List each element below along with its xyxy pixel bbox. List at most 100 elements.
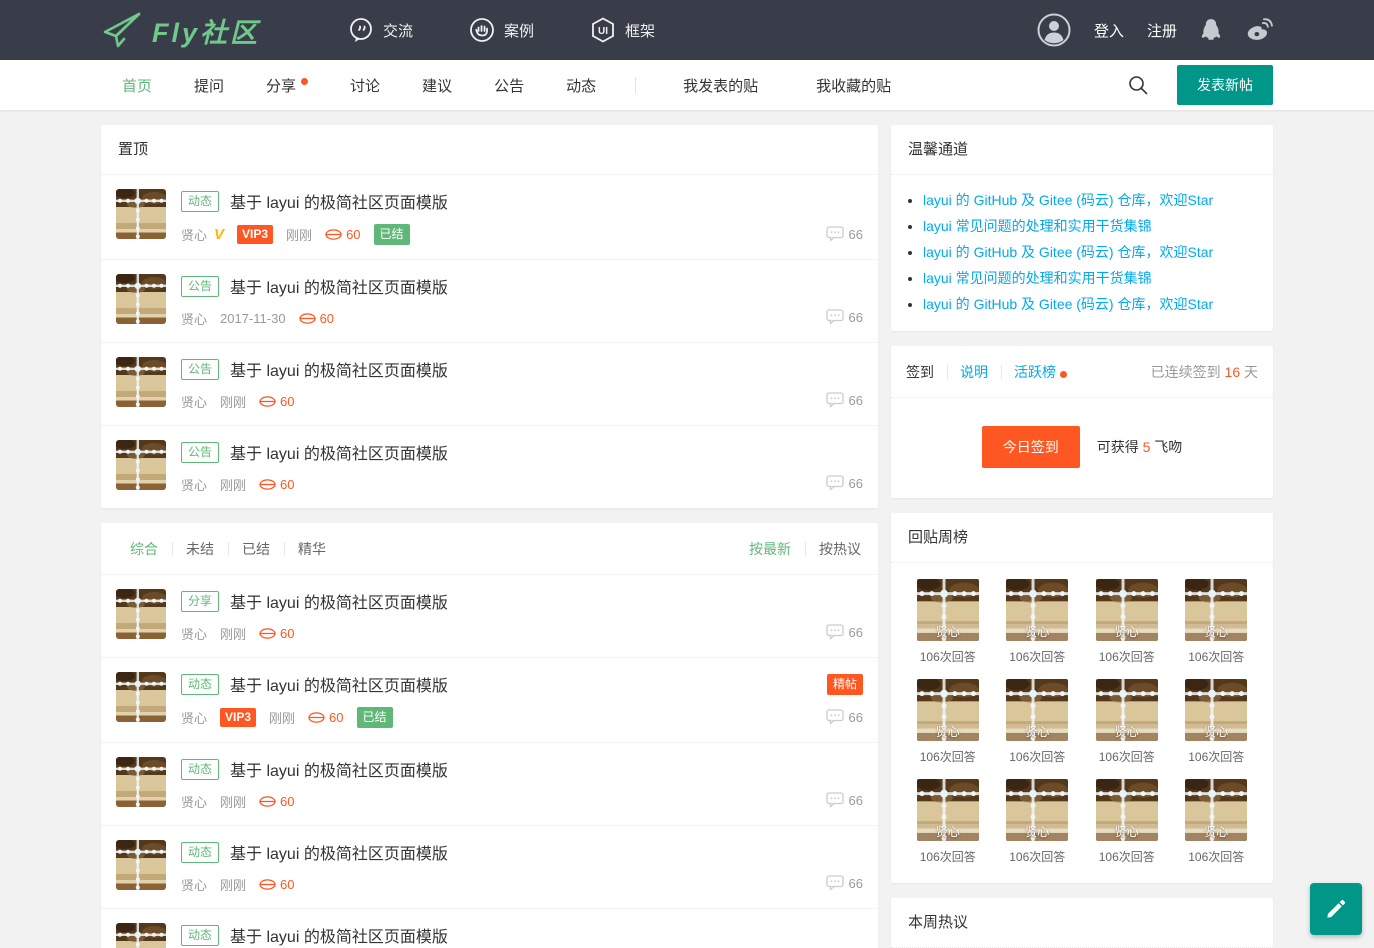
post-author-avatar[interactable] — [116, 589, 166, 639]
weekly-rank-user[interactable]: 贤心 106次回答 — [1082, 579, 1172, 665]
notice-link[interactable]: layui 的 GitHub 及 Gitee (码云) 仓库，欢迎Star — [923, 192, 1213, 208]
subnav-tab-1[interactable]: 首页 — [101, 60, 173, 110]
weekly-rank-user[interactable]: 贤心 106次回答 — [1082, 679, 1172, 765]
signin-help-link[interactable]: 说明 — [947, 362, 1001, 382]
post-author-name[interactable]: 贤心 — [181, 792, 207, 811]
post-title-link[interactable]: 基于 layui 的极简社区页面模版 — [230, 274, 448, 298]
post-author-name[interactable]: 贤心 — [181, 624, 207, 643]
quick-post-fab[interactable] — [1310, 883, 1362, 935]
post-author-avatar[interactable] — [116, 923, 166, 948]
post-category-badge[interactable]: 动态 — [181, 842, 219, 863]
register-link[interactable]: 注册 — [1147, 20, 1177, 41]
post-author-avatar[interactable] — [116, 757, 166, 807]
weekly-rank-user[interactable]: 贤心 106次回答 — [1082, 779, 1172, 865]
subnav-tab-5[interactable]: 建议 — [401, 60, 473, 110]
login-link[interactable]: 登入 — [1094, 20, 1124, 41]
weekly-user-avatar[interactable]: 贤心 — [1096, 579, 1158, 641]
post-author-name[interactable]: 贤心 — [181, 875, 207, 894]
comment-count[interactable]: 66 — [826, 226, 863, 242]
weekly-user-avatar[interactable]: 贤心 — [1006, 779, 1068, 841]
sort-tab[interactable]: 按热议 — [805, 539, 863, 559]
filter-tab[interactable]: 综合 — [116, 539, 172, 559]
post-title-link[interactable]: 基于 layui 的极简社区页面模版 — [230, 672, 448, 696]
post-author-name[interactable]: 贤心 — [181, 392, 207, 411]
weibo-login-button[interactable] — [1245, 18, 1273, 42]
post-category-badge[interactable]: 动态 — [181, 759, 219, 780]
search-button[interactable] — [1128, 75, 1149, 96]
post-author-name[interactable]: 贤心 — [181, 309, 207, 328]
filter-tab[interactable]: 已结 — [228, 539, 284, 559]
notice-link[interactable]: layui 常见问题的处理和实用干货集锦 — [923, 218, 1152, 234]
post-category-badge[interactable]: 公告 — [181, 276, 219, 297]
signin-today-button[interactable]: 今日签到 — [982, 426, 1080, 468]
weekly-user-avatar[interactable]: 贤心 — [1185, 579, 1247, 641]
subnav-user-tab-2[interactable]: 我收藏的贴 — [787, 60, 920, 110]
weekly-user-avatar[interactable]: 贤心 — [1185, 779, 1247, 841]
weekly-rank-user[interactable]: 贤心 106次回答 — [903, 679, 993, 765]
user-avatar-button[interactable] — [1037, 13, 1071, 47]
comment-count[interactable]: 66 — [826, 475, 863, 491]
comment-count[interactable]: 66 — [826, 875, 863, 891]
comment-count[interactable]: 66 — [826, 624, 863, 640]
subnav-tab-7[interactable]: 动态 — [545, 60, 617, 110]
weekly-user-avatar[interactable]: 贤心 — [917, 779, 979, 841]
post-title-link[interactable]: 基于 layui 的极简社区页面模版 — [230, 440, 448, 464]
notice-link[interactable]: layui 的 GitHub 及 Gitee (码云) 仓库，欢迎Star — [923, 244, 1213, 260]
post-author-avatar[interactable] — [116, 274, 166, 324]
post-category-badge[interactable]: 动态 — [181, 674, 219, 695]
header-nav-jiaoliu[interactable]: 交流 — [348, 17, 413, 43]
weekly-user-avatar[interactable]: 贤心 — [917, 579, 979, 641]
notice-link[interactable]: layui 常见问题的处理和实用干货集锦 — [923, 270, 1152, 286]
post-title-link[interactable]: 基于 layui 的极简社区页面模版 — [230, 840, 448, 864]
post-author-avatar[interactable] — [116, 440, 166, 490]
weekly-rank-user[interactable]: 贤心 106次回答 — [903, 779, 993, 865]
signin-active-rank-link[interactable]: 活跃榜 — [1001, 362, 1071, 382]
filter-tab[interactable]: 精华 — [284, 539, 340, 559]
post-category-badge[interactable]: 动态 — [181, 925, 219, 946]
weekly-user-avatar[interactable]: 贤心 — [917, 679, 979, 741]
comment-count[interactable]: 66 — [826, 392, 863, 408]
post-author-avatar[interactable] — [116, 840, 166, 890]
weekly-user-avatar[interactable]: 贤心 — [1096, 679, 1158, 741]
weekly-rank-user[interactable]: 贤心 106次回答 — [903, 579, 993, 665]
post-title-link[interactable]: 基于 layui 的极简社区页面模版 — [230, 589, 448, 613]
weekly-user-avatar[interactable]: 贤心 — [1185, 679, 1247, 741]
comment-count[interactable]: 66 — [826, 792, 863, 808]
post-title-link[interactable]: 基于 layui 的极简社区页面模版 — [230, 923, 448, 947]
subnav-tab-6[interactable]: 公告 — [473, 60, 545, 110]
qq-login-button[interactable] — [1200, 18, 1222, 42]
comment-count[interactable]: 66 — [826, 309, 863, 325]
site-logo[interactable]: Fly社区 — [101, 10, 260, 50]
post-author-avatar[interactable] — [116, 357, 166, 407]
post-author-avatar[interactable] — [116, 189, 166, 239]
post-author-name[interactable]: 贤心 — [181, 708, 207, 727]
post-author-name[interactable]: 贤心 — [181, 475, 207, 494]
subnav-tab-3[interactable]: 分享 — [245, 60, 329, 110]
post-title-link[interactable]: 基于 layui 的极简社区页面模版 — [230, 189, 448, 213]
weekly-rank-user[interactable]: 贤心 106次回答 — [993, 579, 1083, 665]
weekly-rank-user[interactable]: 贤心 106次回答 — [993, 679, 1083, 765]
weekly-rank-user[interactable]: 贤心 106次回答 — [993, 779, 1083, 865]
weekly-rank-user[interactable]: 贤心 106次回答 — [1172, 579, 1262, 665]
filter-tab[interactable]: 未结 — [172, 539, 228, 559]
post-author-avatar[interactable] — [116, 672, 166, 722]
new-post-button[interactable]: 发表新帖 — [1177, 65, 1273, 105]
header-nav-anli[interactable]: 案例 — [469, 17, 534, 43]
comment-count[interactable]: 66 — [826, 709, 863, 725]
post-title-link[interactable]: 基于 layui 的极简社区页面模版 — [230, 757, 448, 781]
subnav-user-tab-1[interactable]: 我发表的贴 — [654, 60, 787, 110]
post-title-link[interactable]: 基于 layui 的极简社区页面模版 — [230, 357, 448, 381]
subnav-tab-4[interactable]: 讨论 — [329, 60, 401, 110]
post-category-badge[interactable]: 公告 — [181, 359, 219, 380]
post-category-badge[interactable]: 分享 — [181, 591, 219, 612]
weekly-user-avatar[interactable]: 贤心 — [1096, 779, 1158, 841]
post-category-badge[interactable]: 动态 — [181, 191, 219, 212]
post-category-badge[interactable]: 公告 — [181, 442, 219, 463]
subnav-tab-2[interactable]: 提问 — [173, 60, 245, 110]
notice-link[interactable]: layui 的 GitHub 及 Gitee (码云) 仓库，欢迎Star — [923, 296, 1213, 312]
sort-tab[interactable]: 按最新 — [735, 539, 805, 559]
weekly-rank-user[interactable]: 贤心 106次回答 — [1172, 679, 1262, 765]
weekly-user-avatar[interactable]: 贤心 — [1006, 579, 1068, 641]
header-nav-kuangjia[interactable]: UI 框架 — [590, 17, 655, 43]
weekly-user-avatar[interactable]: 贤心 — [1006, 679, 1068, 741]
